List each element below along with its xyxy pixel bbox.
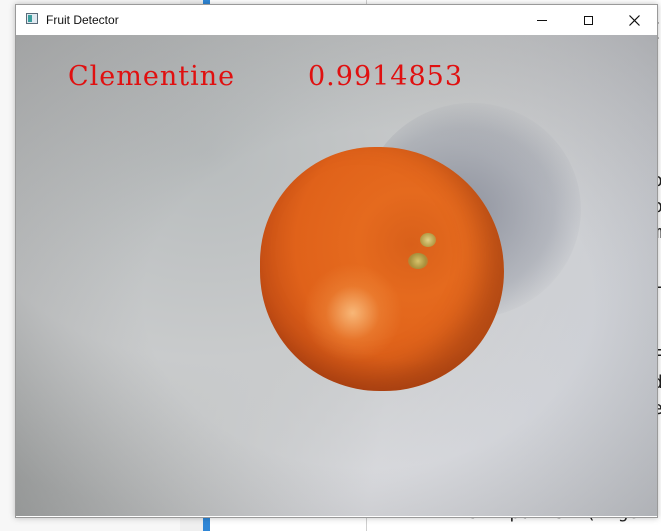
minimize-button[interactable] xyxy=(519,5,565,35)
fruit-detector-window: Fruit Detector Clementine 0.9914853 xyxy=(15,4,658,518)
close-icon xyxy=(628,14,640,26)
maximize-icon xyxy=(583,15,593,25)
minimize-icon xyxy=(537,19,547,21)
frame-vignette xyxy=(16,35,657,516)
camera-frame: Clementine 0.9914853 xyxy=(16,35,657,516)
app-icon xyxy=(26,13,38,24)
detection-confidence-score: 0.9914853 xyxy=(308,61,464,92)
window-title: Fruit Detector xyxy=(46,13,119,27)
close-button[interactable] xyxy=(611,5,657,35)
detection-class-label: Clementine xyxy=(68,61,236,92)
title-bar[interactable]: Fruit Detector xyxy=(16,5,657,35)
maximize-button[interactable] xyxy=(565,5,611,35)
